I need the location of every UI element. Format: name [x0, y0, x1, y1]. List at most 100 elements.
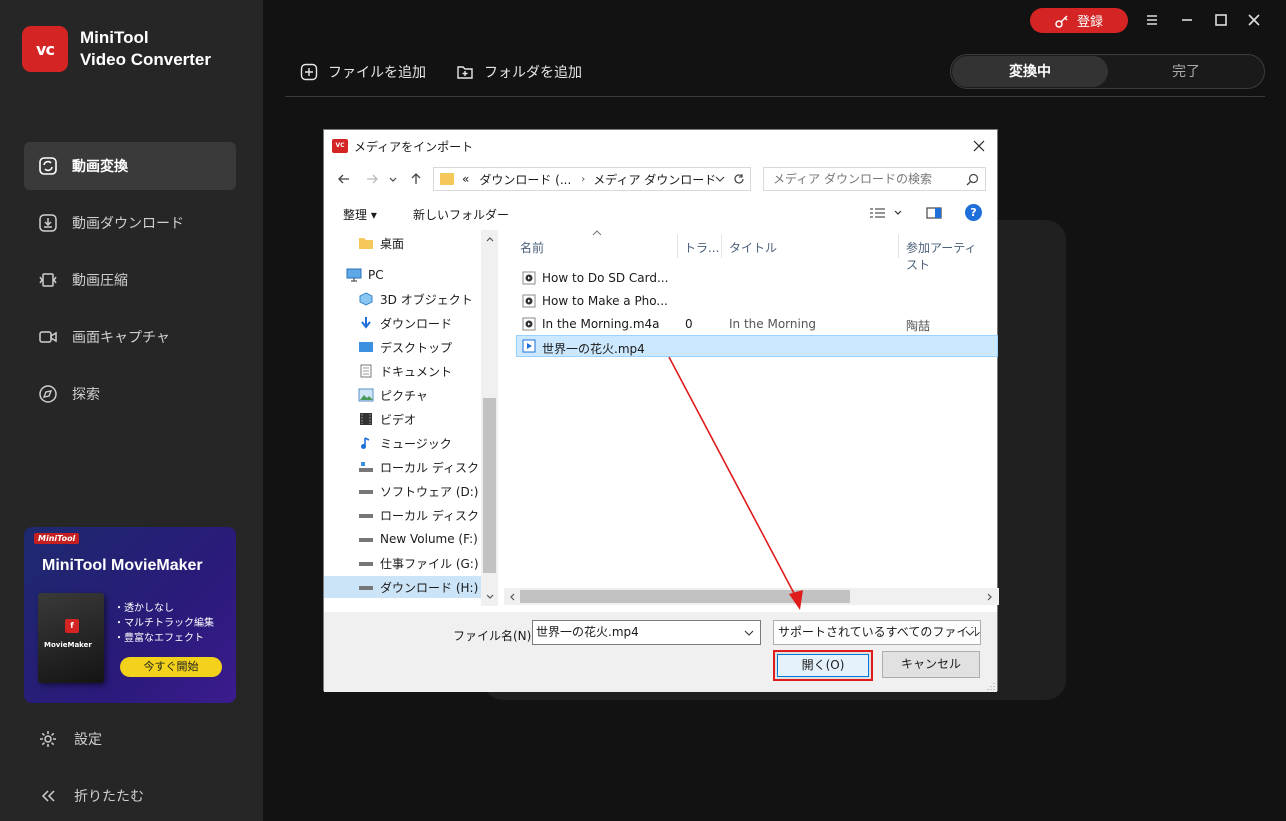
- tree-label: 3D オブジェクト: [380, 292, 473, 307]
- add-folder-button[interactable]: フォルダを追加: [456, 62, 582, 82]
- tree-item-selected[interactable]: ダウンロード (H:): [324, 576, 481, 598]
- tree-label: ローカル ディスク (C:): [380, 460, 481, 475]
- column-track[interactable]: トラ...: [684, 239, 719, 256]
- organize-button[interactable]: 整理 ▾: [343, 206, 377, 223]
- recent-dropdown-icon[interactable]: [388, 171, 398, 187]
- nav-item-explore[interactable]: 探索: [24, 370, 236, 418]
- drive-icon: [359, 514, 373, 518]
- tab-done[interactable]: 完了: [1109, 56, 1263, 87]
- collapse-button[interactable]: 折りたたむ: [38, 786, 144, 806]
- tree-item[interactable]: New Volume (F:): [358, 528, 478, 550]
- chevron-down-icon[interactable]: [744, 628, 754, 638]
- file-row[interactable]: How to Make a Pho...: [517, 290, 999, 312]
- add-file-button[interactable]: ファイルを追加: [300, 62, 426, 82]
- address-part[interactable]: ダウンロード (...: [479, 171, 571, 188]
- tree-label: PC: [368, 268, 384, 282]
- media-file-icon: [522, 317, 536, 331]
- resize-grip-icon[interactable]: [985, 680, 995, 690]
- file-artist: 陶喆: [906, 319, 931, 333]
- minimize-icon[interactable]: [1178, 11, 1196, 29]
- moviemaker-box-name: MovieMaker: [44, 641, 92, 649]
- promo-title: MiniTool MovieMaker: [42, 557, 203, 574]
- nav-item-video-convert[interactable]: 動画変換: [24, 142, 236, 190]
- tree-item[interactable]: ローカル ディスク (C:): [358, 456, 481, 478]
- filetype-select[interactable]: サポートされているすべてのファイル (*: [773, 620, 981, 645]
- maximize-icon[interactable]: [1212, 11, 1230, 29]
- promo-banner-moviemaker[interactable]: MiniTool MiniTool MovieMaker f MovieMake…: [24, 527, 236, 703]
- column-divider[interactable]: [898, 234, 899, 258]
- tree-item[interactable]: ピクチャ: [358, 384, 428, 406]
- plus-circle-icon: [300, 63, 318, 81]
- app-logo: vc: [22, 26, 68, 72]
- tree-item[interactable]: 仕事ファイル (G:): [358, 552, 479, 574]
- file-row-selected[interactable]: 世界一の花火.mp4: [516, 335, 998, 357]
- drive-icon: [359, 562, 373, 566]
- menu-icon[interactable]: [1143, 11, 1161, 29]
- tree-item[interactable]: ミュージック: [358, 432, 452, 454]
- tree-item[interactable]: デスクトップ: [358, 336, 452, 358]
- horizontal-scroll-thumb[interactable]: [520, 590, 850, 603]
- tree-scroll-thumb[interactable]: [483, 398, 496, 573]
- dialog-close-icon[interactable]: [969, 136, 989, 156]
- moviemaker-box-image: f MovieMaker: [38, 593, 104, 683]
- tree-item[interactable]: 3D オブジェクト: [358, 288, 473, 310]
- new-folder-button[interactable]: 新しいフォルダー: [413, 206, 509, 223]
- tree-item[interactable]: PC: [346, 264, 384, 286]
- tree-item[interactable]: ローカル ディスク (E:): [358, 504, 481, 526]
- add-file-label: ファイルを追加: [328, 64, 426, 80]
- search-input[interactable]: メディア ダウンロードの検索: [763, 167, 986, 191]
- main-nav: 動画変換 動画ダウンロード 動画圧縮 画面キャプチャ 探索: [24, 142, 236, 427]
- refresh-icon[interactable]: [732, 172, 746, 186]
- settings-button[interactable]: 設定: [38, 729, 102, 749]
- login-button[interactable]: 登録: [1030, 8, 1128, 33]
- view-options-icon[interactable]: [869, 206, 903, 220]
- scroll-left-icon[interactable]: [507, 592, 517, 602]
- promo-features: ・透かしなし ・マルチトラック編集 ・豊富なエフェクト: [114, 601, 214, 646]
- tree-item[interactable]: ソフトウェア (D:): [358, 480, 478, 502]
- file-list-horizontal-scrollbar[interactable]: [504, 588, 999, 605]
- tree-item[interactable]: ダウンロード: [358, 312, 452, 334]
- help-icon[interactable]: ?: [965, 204, 982, 221]
- nav-item-video-download[interactable]: 動画ダウンロード: [24, 199, 236, 247]
- column-title[interactable]: タイトル: [729, 239, 777, 256]
- collapse-label: 折りたたむ: [74, 788, 144, 804]
- preview-pane-icon[interactable]: [926, 206, 942, 220]
- address-part[interactable]: メディア ダウンロード: [593, 171, 716, 188]
- column-divider[interactable]: [677, 234, 678, 258]
- back-arrow-icon[interactable]: [336, 171, 352, 187]
- nav-label: 動画圧縮: [72, 272, 128, 288]
- nav-item-screen-capture[interactable]: 画面キャプチャ: [24, 313, 236, 361]
- up-arrow-icon[interactable]: [408, 171, 424, 187]
- media-file-icon: [522, 294, 536, 308]
- tree-item[interactable]: ビデオ: [358, 408, 416, 430]
- dialog-toolbar: 整理 ▾ 新しいフォルダー ?: [324, 200, 997, 226]
- filename-label: ファイル名(N):: [453, 629, 536, 643]
- folder-icon: [440, 173, 454, 185]
- scroll-down-icon[interactable]: [485, 592, 495, 602]
- tree-scrollbar[interactable]: [481, 230, 498, 606]
- address-bar[interactable]: « ダウンロード (... › メディア ダウンロード: [433, 167, 751, 191]
- search-placeholder: メディア ダウンロードの検索: [773, 172, 932, 186]
- promo-feature: ・透かしなし: [114, 603, 174, 614]
- tab-converting[interactable]: 変換中: [952, 56, 1108, 87]
- forward-arrow-icon[interactable]: [364, 171, 380, 187]
- dialog-titlebar: VC メディアをインポート: [324, 130, 997, 162]
- column-divider[interactable]: [721, 234, 722, 258]
- nav-item-video-compress[interactable]: 動画圧縮: [24, 256, 236, 304]
- promo-start-button[interactable]: 今すぐ開始: [120, 657, 222, 677]
- file-row[interactable]: How to Do SD Card...: [517, 267, 999, 289]
- scroll-up-icon[interactable]: [485, 234, 495, 244]
- tree-item[interactable]: ドキュメント: [358, 360, 452, 382]
- tree-label: ダウンロード (H:): [380, 580, 479, 595]
- tree-label: ドキュメント: [380, 364, 453, 379]
- open-button[interactable]: 開く(O): [777, 654, 869, 677]
- tree-item[interactable]: 桌面: [358, 232, 404, 254]
- file-row[interactable]: In the Morning.m4a 0 In the Morning 陶喆: [517, 313, 999, 335]
- column-name[interactable]: 名前: [520, 239, 544, 256]
- close-icon[interactable]: [1245, 11, 1263, 29]
- scroll-right-icon[interactable]: [985, 592, 995, 602]
- filename-input[interactable]: 世界一の花火.mp4: [532, 620, 761, 645]
- login-label: 登録: [1076, 14, 1103, 29]
- cancel-button[interactable]: キャンセル: [882, 651, 980, 678]
- chevron-down-icon[interactable]: [714, 173, 726, 185]
